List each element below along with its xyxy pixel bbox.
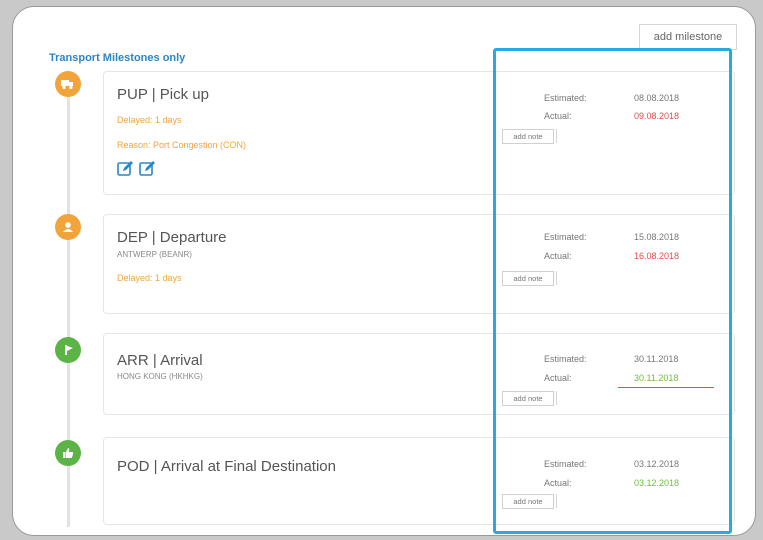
delay-text: Delayed: 1 days bbox=[117, 115, 182, 125]
actual-label: Actual: bbox=[544, 111, 572, 121]
note-input[interactable] bbox=[556, 271, 557, 285]
add-note-button[interactable]: add note bbox=[502, 391, 554, 406]
actual-date: 30.11.2018 bbox=[634, 373, 679, 383]
add-note-button[interactable]: add note bbox=[502, 129, 554, 144]
location-text: ANTWERP (BEANR) bbox=[117, 250, 192, 259]
estimated-date: 03.12.2018 bbox=[634, 459, 680, 469]
milestone-card-pod: POD | Arrival at Final Destination Estim… bbox=[103, 437, 735, 525]
person-icon bbox=[55, 214, 81, 240]
estimated-label: Estimated: bbox=[544, 232, 587, 242]
add-note-button[interactable]: add note bbox=[502, 494, 554, 509]
actual-label: Actual: bbox=[544, 373, 572, 383]
location-text: HONG KONG (HKHKG) bbox=[117, 372, 203, 381]
actual-date: 03.12.2018 bbox=[634, 478, 680, 488]
actual-date: 09.08.2018 bbox=[634, 111, 680, 121]
add-milestone-button[interactable]: add milestone bbox=[639, 24, 737, 50]
edit-icon[interactable] bbox=[139, 160, 156, 177]
truck-icon bbox=[55, 71, 81, 97]
actual-label: Actual: bbox=[544, 478, 572, 488]
milestone-card-pup: PUP | Pick up Delayed: 1 days Reason: Po… bbox=[103, 71, 735, 195]
estimated-label: Estimated: bbox=[544, 459, 587, 469]
actual-date: 16.08.2018 bbox=[634, 251, 680, 261]
milestone-card-dep: DEP | Departure ANTWERP (BEANR) Delayed:… bbox=[103, 214, 735, 314]
note-input[interactable] bbox=[556, 129, 557, 143]
milestone-title: ARR | Arrival bbox=[117, 352, 203, 369]
estimated-date: 08.08.2018 bbox=[634, 93, 680, 103]
estimated-date: 30.11.2018 bbox=[634, 354, 679, 364]
note-input[interactable] bbox=[556, 391, 557, 405]
estimated-date: 15.08.2018 bbox=[634, 232, 680, 242]
milestones-panel: add milestone Transport Milestones only … bbox=[12, 6, 756, 536]
note-input[interactable] bbox=[556, 494, 557, 508]
milestone-title: POD | Arrival at Final Destination bbox=[117, 458, 336, 475]
milestone-card-arr: ARR | Arrival HONG KONG (HKHKG) Estimate… bbox=[103, 333, 735, 415]
milestone-title: DEP | Departure bbox=[117, 229, 227, 246]
estimated-label: Estimated: bbox=[544, 93, 587, 103]
estimated-label: Estimated: bbox=[544, 354, 587, 364]
add-note-button[interactable]: add note bbox=[502, 271, 554, 286]
delay-text: Delayed: 1 days bbox=[117, 273, 182, 283]
actual-date-underline bbox=[618, 387, 714, 388]
section-title: Transport Milestones only bbox=[49, 52, 186, 64]
delay-reason: Reason: Port Congestion (CON) bbox=[117, 140, 247, 150]
actual-label: Actual: bbox=[544, 251, 572, 261]
thumbs-up-icon bbox=[55, 440, 81, 466]
milestone-title: PUP | Pick up bbox=[117, 86, 209, 103]
edit-icon[interactable] bbox=[117, 160, 134, 177]
ship-icon bbox=[55, 337, 81, 363]
